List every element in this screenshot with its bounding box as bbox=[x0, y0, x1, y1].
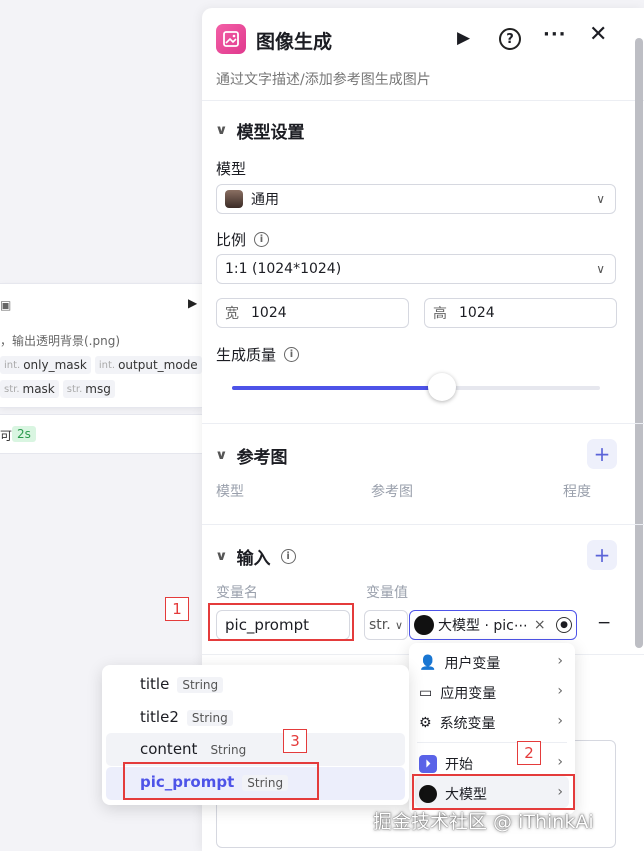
info-icon[interactable]: i bbox=[284, 347, 300, 362]
annotation-label-1: 1 bbox=[165, 597, 189, 621]
ratio-label: 比例 i bbox=[216, 229, 270, 250]
annotation-box-2 bbox=[412, 774, 575, 810]
menu-item-start[interactable]: ⏵ 开始 bbox=[419, 754, 473, 774]
watermark: 掘金技术社区 @ iThinkAi bbox=[373, 811, 594, 833]
param-row-2: str. mask str. msg bbox=[0, 380, 115, 398]
annotation-box-1 bbox=[208, 603, 354, 641]
param-tag: str. mask bbox=[0, 380, 59, 398]
model-label: 模型 bbox=[216, 160, 247, 178]
chevron-down-icon: ∨ bbox=[214, 123, 228, 138]
run-icon[interactable]: ▶ bbox=[188, 296, 197, 310]
chevron-right-icon: › bbox=[557, 683, 563, 699]
chevron-right-icon: › bbox=[557, 754, 563, 770]
avatar bbox=[225, 190, 243, 208]
user-icon: 👤 bbox=[419, 655, 437, 671]
annotation-label-3: 3 bbox=[283, 729, 307, 753]
col-var-value: 变量值 bbox=[366, 585, 408, 601]
target-icon[interactable]: ● bbox=[556, 617, 572, 633]
param-tag: int. output_mode bbox=[94, 356, 202, 374]
menu-item-user-vars[interactable]: 👤 用户变量 bbox=[419, 653, 500, 673]
var-item-title[interactable]: title String bbox=[140, 675, 224, 693]
quality-label: 生成质量 i bbox=[216, 344, 300, 365]
var-item-title2[interactable]: title2 String bbox=[140, 708, 233, 726]
info-icon[interactable]: i bbox=[254, 232, 270, 247]
annotation-box-3 bbox=[123, 762, 319, 800]
chevron-down-icon: ∨ bbox=[596, 262, 605, 276]
width-field[interactable]: 宽 1024 bbox=[216, 298, 409, 328]
info-icon[interactable]: i bbox=[280, 549, 296, 564]
section-model-settings[interactable]: ∨ 模型设置 bbox=[214, 118, 305, 143]
chevron-right-icon: › bbox=[557, 713, 563, 729]
chevron-right-icon: › bbox=[557, 653, 563, 669]
llm-icon bbox=[414, 615, 434, 635]
add-input-button[interactable]: + bbox=[587, 540, 617, 570]
section-input[interactable]: ∨ 输入 i bbox=[214, 544, 296, 569]
chevron-down-icon: ∨ bbox=[596, 192, 605, 206]
background-node-status: 可 2s bbox=[0, 414, 202, 454]
param-tag: str. msg bbox=[62, 380, 115, 398]
chevron-down-icon: ∨ bbox=[214, 549, 228, 564]
height-field[interactable]: 高 1024 bbox=[424, 298, 617, 328]
image-gen-icon bbox=[216, 24, 246, 54]
var-value-ref[interactable]: 大模型 · pic⋯ × ● bbox=[409, 610, 577, 640]
clear-icon[interactable]: × bbox=[534, 617, 546, 633]
close-icon[interactable]: ✕ bbox=[589, 22, 607, 47]
panel-subtitle: 通过文字描述/添加参考图生成图片 bbox=[216, 72, 431, 88]
col-reference: 参考图 bbox=[371, 484, 413, 500]
scrollbar[interactable] bbox=[635, 38, 643, 648]
param-tag: int. only_mask bbox=[0, 356, 91, 374]
param-row-1: int. only_mask int. output_mode bbox=[0, 356, 202, 374]
section-reference-image[interactable]: ∨ 参考图 bbox=[214, 443, 288, 468]
type-select[interactable]: str. ∨ bbox=[364, 610, 408, 640]
ratio-select[interactable]: 1:1 (1024*1024) ∨ bbox=[216, 254, 616, 284]
col-model: 模型 bbox=[216, 484, 244, 500]
folder-icon: ▭ bbox=[419, 685, 433, 701]
run-icon[interactable]: ▶ bbox=[457, 28, 470, 48]
col-strength: 程度 bbox=[563, 484, 591, 500]
background-node[interactable]: ▣ ▶ ，输出透明背景(.png) int. only_mask int. outp… bbox=[0, 283, 202, 408]
menu-item-system-vars[interactable]: ⚙ 系统变量 bbox=[419, 713, 496, 733]
start-icon: ⏵ bbox=[419, 755, 437, 773]
time-badge: 2s bbox=[12, 426, 36, 442]
status-text: 可 bbox=[0, 429, 13, 443]
col-var-name: 变量名 bbox=[216, 585, 258, 601]
var-item-content[interactable]: content String bbox=[140, 740, 252, 758]
menu-item-app-vars[interactable]: ▭ 应用变量 bbox=[419, 683, 496, 703]
chevron-down-icon: ∨ bbox=[394, 618, 403, 632]
chevron-down-icon: ∨ bbox=[214, 448, 228, 463]
image-icon: ▣ bbox=[0, 298, 12, 312]
more-icon[interactable]: ··· bbox=[543, 24, 567, 45]
help-icon[interactable]: ? bbox=[499, 28, 521, 50]
page-title: 图像生成 bbox=[256, 31, 333, 53]
node-desc: ，输出透明背景(.png) bbox=[0, 334, 121, 348]
quality-slider[interactable] bbox=[232, 373, 600, 401]
model-select[interactable]: 通用 ∨ bbox=[216, 184, 616, 214]
gear-icon: ⚙ bbox=[419, 715, 432, 731]
slider-thumb[interactable] bbox=[427, 373, 456, 401]
remove-row-button[interactable]: − bbox=[597, 613, 611, 633]
add-reference-button[interactable]: + bbox=[587, 439, 617, 469]
annotation-label-2: 2 bbox=[517, 741, 541, 765]
